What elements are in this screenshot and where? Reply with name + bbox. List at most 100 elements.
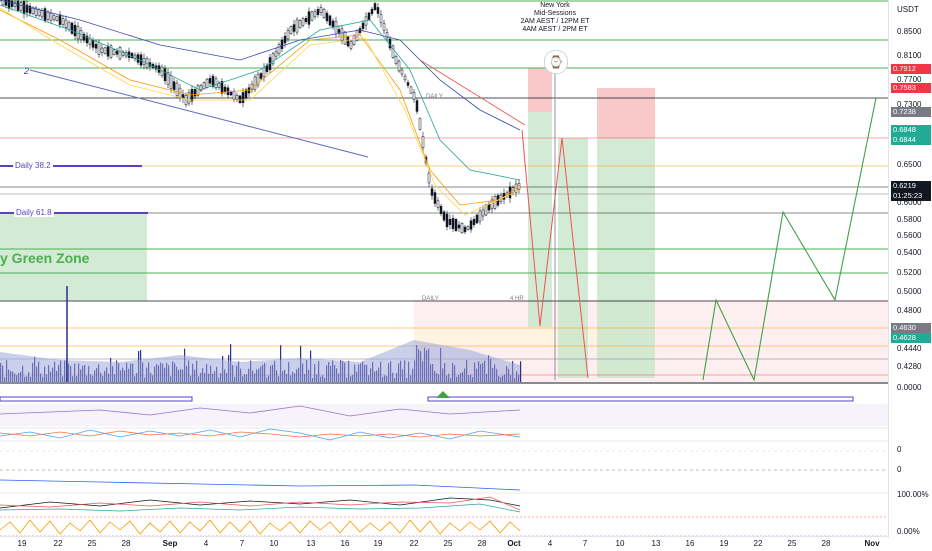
candle-body <box>433 192 437 204</box>
ma-blue <box>0 0 521 131</box>
candle-body <box>313 11 317 17</box>
candle-body <box>328 15 332 26</box>
session-note-box[interactable]: New York Mid-Sessions 2AM AEST / 12PM ET… <box>518 2 592 34</box>
chart-area[interactable]: New York Mid-Sessions 2AM AEST / 12PM ET… <box>0 0 888 538</box>
candle-body <box>301 18 305 26</box>
volume-bar <box>520 361 522 382</box>
candle-body <box>394 56 398 64</box>
candle-body <box>304 17 308 23</box>
candle-body <box>208 78 212 84</box>
candle-body <box>427 172 431 184</box>
candle-body <box>397 60 401 72</box>
candle-body <box>349 41 353 49</box>
candle-body <box>241 92 245 103</box>
time-tick: Oct <box>507 539 521 548</box>
price-badge: 0.6848 <box>891 125 931 135</box>
candle-body <box>16 0 20 11</box>
candle-body <box>112 49 116 55</box>
candle-body <box>484 204 488 216</box>
candle-body <box>193 89 197 97</box>
price-tick: 0.5000 <box>897 287 922 296</box>
time-tick: 7 <box>239 539 245 548</box>
candle-body <box>214 78 218 89</box>
candle-body <box>454 219 458 231</box>
candle-body <box>280 39 284 49</box>
daily-61-label: Daily 61.8 <box>14 208 54 217</box>
time-tick: Sep <box>162 539 178 548</box>
candle-body <box>334 20 338 35</box>
candle-body <box>118 47 122 60</box>
candle-body <box>4 0 8 6</box>
candle-body <box>367 12 371 20</box>
candle-body <box>253 76 257 90</box>
candle-body <box>88 38 92 45</box>
time-tick: 22 <box>53 539 63 548</box>
price-tick: 0.4800 <box>897 306 922 315</box>
candle-body <box>406 82 410 86</box>
candle-body <box>97 42 101 55</box>
candle-body <box>415 100 419 112</box>
candle-body <box>73 24 77 37</box>
time-tick: 13 <box>651 539 661 548</box>
indicator-tick: 100.00% <box>897 490 929 499</box>
candle-body <box>370 8 374 14</box>
candle-body <box>226 87 230 96</box>
candle-body <box>343 31 347 45</box>
indicator-tick: 0 <box>897 465 902 474</box>
candle-body <box>493 196 497 209</box>
candle-body <box>100 47 104 53</box>
candle-body <box>70 22 74 34</box>
candle-body <box>445 213 449 228</box>
candle-body <box>319 7 323 13</box>
indicator-tick: 0.0000 <box>897 383 922 392</box>
price-badge: 0.7238 <box>891 107 931 117</box>
candle-body <box>169 75 173 89</box>
indicator-panes <box>0 382 888 537</box>
price-chart[interactable] <box>0 0 888 538</box>
candle-body <box>361 22 365 29</box>
candle-body <box>46 11 50 20</box>
short-target-box-3 <box>597 138 655 378</box>
session-note-line-4: 4AM AEST / 2PM ET <box>522 26 588 33</box>
candle-body <box>235 95 239 100</box>
session-note-line-1: New York <box>540 2 570 9</box>
candle-body <box>103 47 107 54</box>
time-tick: 16 <box>685 539 695 548</box>
price-axis[interactable]: USDT 0.8500 0.8100 0.7700 0.7300 0.6500 … <box>888 0 932 538</box>
trendline <box>29 69 369 158</box>
candle-body <box>43 8 47 22</box>
candle-body <box>172 81 176 90</box>
time-tick: 22 <box>753 539 763 548</box>
candle-body <box>49 12 53 21</box>
candle-body <box>277 44 281 54</box>
time-tick: 10 <box>269 539 279 548</box>
time-tick: 25 <box>787 539 797 548</box>
candle-body <box>298 20 302 28</box>
time-tick: 25 <box>87 539 97 548</box>
session-note-line-2: Mid-Sessions <box>533 10 576 17</box>
candle-body <box>430 188 434 196</box>
candle-body <box>382 23 386 31</box>
candle-body <box>211 75 215 87</box>
price-tick: 0.8500 <box>897 27 922 36</box>
time-tick: 28 <box>477 539 487 548</box>
candle-body <box>412 92 416 100</box>
clock-icon[interactable]: ⌚ <box>544 50 568 74</box>
candle-body <box>346 36 350 47</box>
candle-body <box>82 33 86 41</box>
price-badge: 0.6844 <box>891 135 931 145</box>
candle-body <box>292 24 296 32</box>
candle-body <box>259 73 263 79</box>
candle-body <box>466 226 470 230</box>
candle-body <box>25 4 29 13</box>
candle-body <box>289 26 293 34</box>
candle-body <box>202 82 206 89</box>
candle-body <box>271 53 275 65</box>
candle-body <box>238 95 242 104</box>
daily-38-label: Daily 38.2 <box>13 161 53 170</box>
price-tick: 0.6500 <box>897 160 922 169</box>
candle-body <box>64 19 68 28</box>
time-axis[interactable]: 19 22 25 28 Sep 4 7 10 13 16 19 22 25 28 Oct 4 7 10 13 16 19… <box>0 536 888 551</box>
candle-body <box>10 0 14 7</box>
price-tick: 0.5800 <box>897 215 922 224</box>
